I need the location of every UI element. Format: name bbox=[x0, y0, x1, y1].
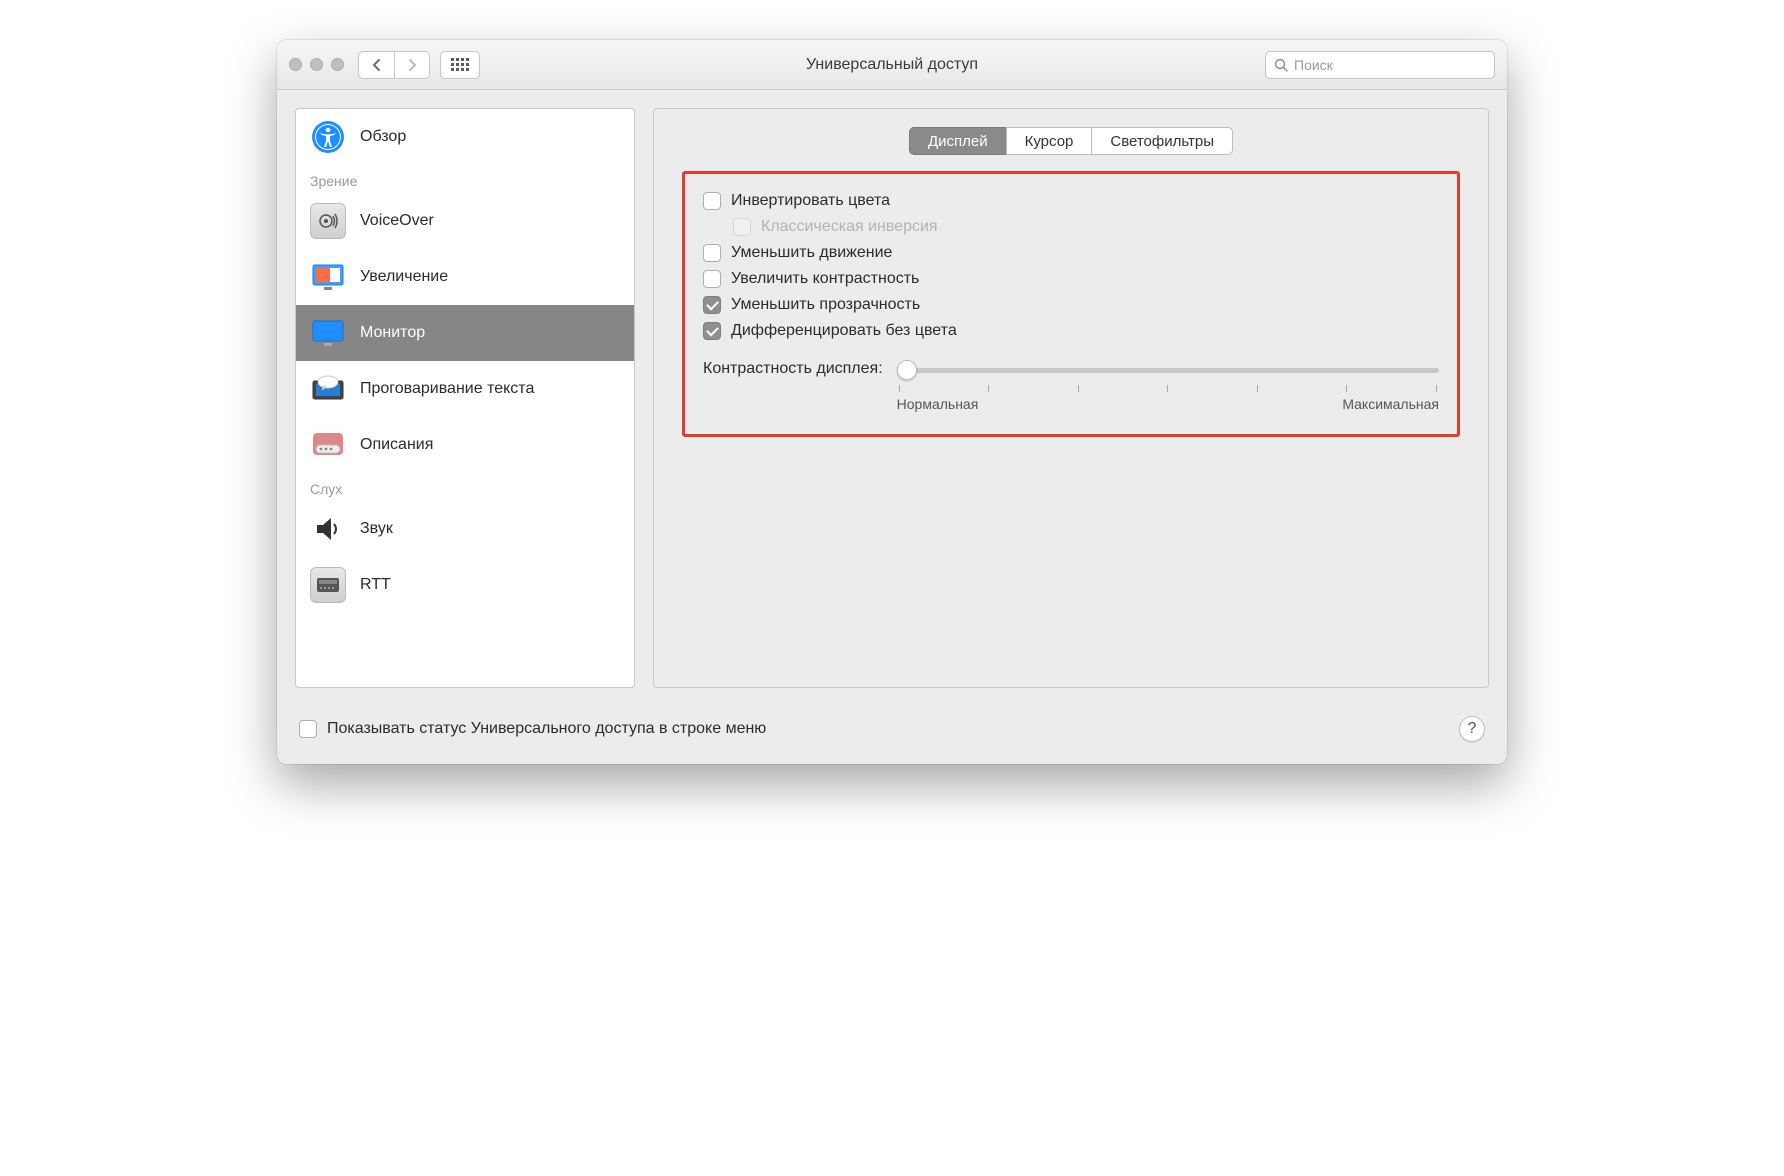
search-box[interactable] bbox=[1265, 51, 1495, 79]
checkbox-label: Уменьшить движение bbox=[731, 244, 892, 262]
search-icon bbox=[1274, 58, 1288, 72]
sidebar-item-zoom[interactable]: Увеличение bbox=[296, 249, 634, 305]
sidebar-item-label: Проговаривание текста bbox=[360, 380, 534, 398]
body-area: Обзор Зрение VoiceOver Увеличение Монито… bbox=[277, 90, 1507, 706]
sidebar-item-speech[interactable]: Проговаривание текста bbox=[296, 361, 634, 417]
check-differentiate-without-color[interactable]: Дифференцировать без цвета bbox=[703, 322, 1439, 340]
slider-wrap: Нормальная Максимальная bbox=[897, 362, 1439, 412]
slider-label: Контрастность дисплея: bbox=[703, 360, 883, 378]
checkbox-icon[interactable] bbox=[703, 244, 721, 262]
sidebar-item-label: VoiceOver bbox=[360, 212, 434, 230]
forward-button[interactable] bbox=[394, 51, 430, 79]
main-panel: Дисплей Курсор Светофильтры Инвертироват… bbox=[653, 108, 1489, 688]
sidebar-item-label: Обзор bbox=[360, 128, 406, 146]
descriptions-icon bbox=[310, 427, 346, 463]
sidebar-item-overview[interactable]: Обзор bbox=[296, 109, 634, 165]
checkbox-icon bbox=[733, 218, 751, 236]
checkbox-label: Инвертировать цвета bbox=[731, 192, 890, 210]
sidebar-section-hearing: Слух bbox=[296, 473, 634, 501]
tab-colorfilters[interactable]: Светофильтры bbox=[1091, 127, 1233, 155]
checkbox-icon[interactable] bbox=[299, 720, 317, 738]
check-increase-contrast[interactable]: Увеличить контрастность bbox=[703, 270, 1439, 288]
rtt-icon bbox=[310, 567, 346, 603]
sidebar-item-label: RTT bbox=[360, 576, 391, 594]
sidebar-item-display[interactable]: Монитор bbox=[296, 305, 634, 361]
sidebar-item-rtt[interactable]: RTT bbox=[296, 557, 634, 613]
zoom-icon bbox=[310, 259, 346, 295]
checkbox-icon[interactable] bbox=[703, 322, 721, 340]
speaker-icon bbox=[310, 511, 346, 547]
sidebar-item-label: Звук bbox=[360, 520, 393, 538]
contrast-slider[interactable] bbox=[897, 368, 1439, 373]
search-input[interactable] bbox=[1294, 57, 1486, 73]
slider-thumb[interactable] bbox=[897, 360, 917, 380]
checkbox-label: Увеличить контрастность bbox=[731, 270, 919, 288]
accessibility-icon bbox=[310, 119, 346, 155]
sidebar-item-label: Описания bbox=[360, 436, 433, 454]
tab-cursor[interactable]: Курсор bbox=[1006, 127, 1092, 155]
check-invert-colors[interactable]: Инвертировать цвета bbox=[703, 192, 1439, 210]
display-contrast-slider-row: Контрастность дисплея: Нормальная Максим… bbox=[703, 362, 1439, 412]
zoom-window-icon[interactable] bbox=[331, 58, 344, 71]
checkbox-icon[interactable] bbox=[703, 270, 721, 288]
close-window-icon[interactable] bbox=[289, 58, 302, 71]
slider-labels: Нормальная Максимальная bbox=[897, 396, 1439, 412]
slider-min-label: Нормальная bbox=[897, 396, 979, 412]
footer: Показывать статус Универсального доступа… bbox=[277, 706, 1507, 764]
chevron-left-icon bbox=[372, 59, 382, 71]
sidebar-item-descriptions[interactable]: Описания bbox=[296, 417, 634, 473]
tab-display[interactable]: Дисплей bbox=[909, 127, 1006, 155]
voiceover-icon bbox=[310, 203, 346, 239]
sidebar: Обзор Зрение VoiceOver Увеличение Монито… bbox=[295, 108, 635, 688]
slider-max-label: Максимальная bbox=[1342, 396, 1439, 412]
check-reduce-transparency[interactable]: Уменьшить прозрачность bbox=[703, 296, 1439, 314]
chevron-right-icon bbox=[407, 59, 417, 71]
sidebar-section-vision: Зрение bbox=[296, 165, 634, 193]
highlighted-region: Инвертировать цвета Классическая инверси… bbox=[682, 171, 1460, 437]
help-button[interactable]: ? bbox=[1459, 716, 1485, 742]
speech-icon bbox=[310, 371, 346, 407]
slider-ticks bbox=[897, 385, 1439, 392]
back-button[interactable] bbox=[358, 51, 394, 79]
display-icon bbox=[310, 315, 346, 351]
checkbox-icon[interactable] bbox=[703, 192, 721, 210]
sidebar-item-label: Монитор bbox=[360, 324, 425, 342]
check-classic-invert: Классическая инверсия bbox=[733, 218, 1439, 236]
help-icon: ? bbox=[1468, 720, 1477, 738]
checkbox-label: Уменьшить прозрачность bbox=[731, 296, 920, 314]
minimize-window-icon[interactable] bbox=[310, 58, 323, 71]
checkbox-label: Классическая инверсия bbox=[761, 218, 938, 236]
grid-icon bbox=[451, 58, 469, 71]
tabs: Дисплей Курсор Светофильтры bbox=[682, 127, 1460, 155]
preferences-window: Универсальный доступ Обзор Зрение VoiceO… bbox=[277, 40, 1507, 764]
sidebar-item-label: Увеличение bbox=[360, 268, 448, 286]
traffic-lights bbox=[289, 58, 344, 71]
titlebar: Универсальный доступ bbox=[277, 40, 1507, 90]
footer-label: Показывать статус Универсального доступа… bbox=[327, 720, 766, 738]
show-all-button[interactable] bbox=[440, 51, 480, 79]
nav-buttons bbox=[358, 51, 430, 79]
checkbox-icon[interactable] bbox=[703, 296, 721, 314]
sidebar-item-voiceover[interactable]: VoiceOver bbox=[296, 193, 634, 249]
sidebar-item-audio[interactable]: Звук bbox=[296, 501, 634, 557]
check-reduce-motion[interactable]: Уменьшить движение bbox=[703, 244, 1439, 262]
checkbox-label: Дифференцировать без цвета bbox=[731, 322, 957, 340]
